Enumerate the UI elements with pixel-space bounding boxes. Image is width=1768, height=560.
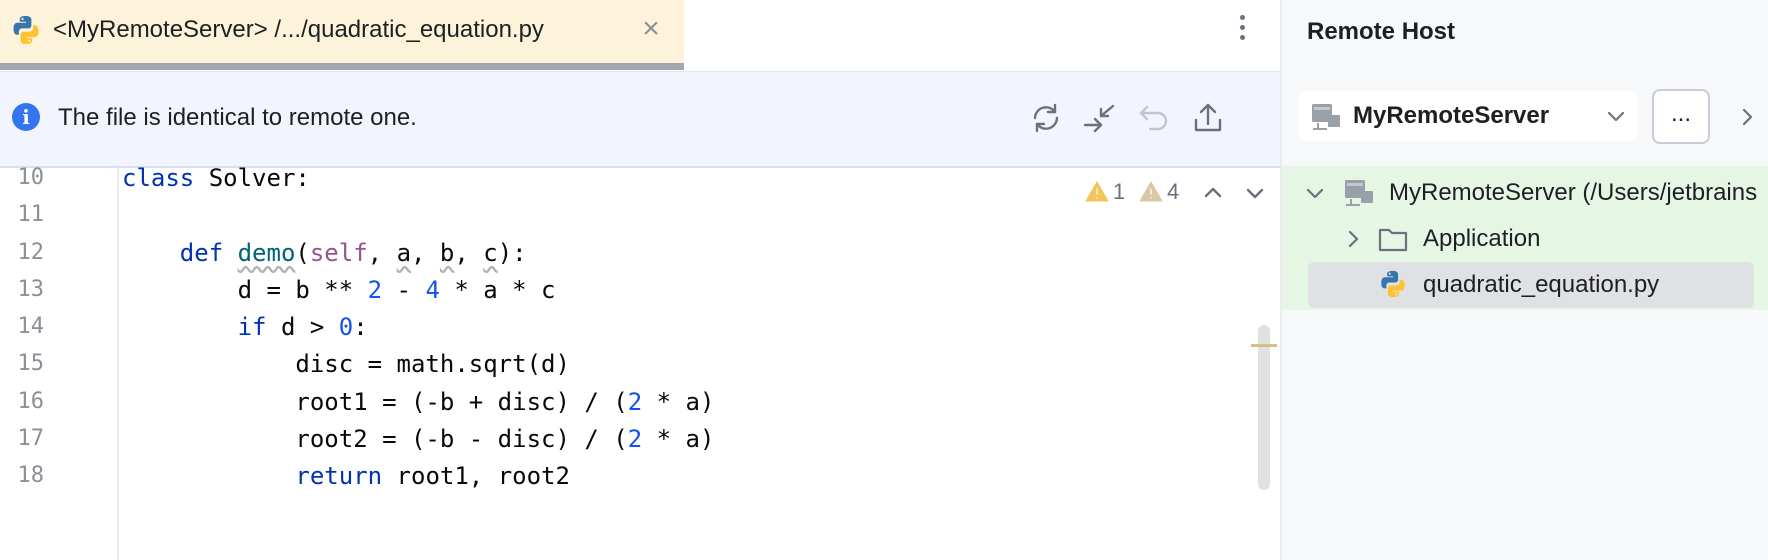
code-token: ( [295,238,310,267]
code-token: self [309,238,368,267]
weak-warning-icon [1139,180,1163,204]
warning-icon [1085,180,1109,204]
notification-banner: i The file is identical to remote one. [0,71,1282,168]
code-token: 2 [367,275,383,304]
weak-warning-count: 4 [1167,179,1180,204]
server-icon [1311,103,1341,131]
vertical-scrollbar[interactable] [1258,325,1270,490]
code-token: ): [497,238,527,267]
code-token: , [411,238,440,267]
line-number: 13 [17,276,45,302]
line-number: 18 [17,463,45,488]
tree-item-label: MyRemoteServer (/Users/jetbrains [1389,179,1758,206]
compare-icon[interactable] [1080,98,1120,138]
code-token: if [237,313,267,341]
python-file-icon [10,14,42,46]
remote-host-panel: Remote Host MyRemoteServer ... MyRemoteS… [1280,0,1768,560]
tree-item-application[interactable]: Application [1282,216,1768,262]
line-number: 15 [17,351,45,377]
code-line: return root1, root2 [122,461,570,491]
tab-active-indicator [0,63,684,70]
editor-tab[interactable]: <MyRemoteServer> /.../quadratic_equation… [0,0,684,63]
chevron-right-icon[interactable] [1342,228,1364,250]
code-token: a [396,238,412,267]
panel-title: Remote Host [1307,18,1456,45]
python-file-icon [1378,269,1408,299]
chevron-up-icon[interactable] [1198,178,1228,208]
tree-item-label: quadratic_equation.py [1423,271,1660,298]
more-vertical-icon[interactable] [1230,8,1254,48]
code-token: c [483,238,498,267]
code-token: root1 = (-b + disc) / ( [122,387,628,416]
line-number-gutter: 10 11 12 13 14 15 16 17 18 [0,165,119,560]
code-line: def demo(self, a, b, c): [122,238,527,268]
chevron-down-icon[interactable] [1304,182,1326,204]
line-number: 17 [17,425,45,451]
warning-count: 1 [1113,179,1126,204]
sync-icon[interactable] [1026,98,1066,138]
code-token: d = b ** [122,275,368,304]
code-line: d = b ** 2 - 4 * a * c [122,275,556,305]
tree-item-server-root[interactable]: MyRemoteServer (/Users/jetbrains [1282,170,1768,216]
upload-icon[interactable] [1188,98,1228,138]
code-token: d > [266,313,339,341]
code-editor[interactable]: class Solver: def demo(self, a, b, c): d… [122,164,1252,560]
editor-area: <MyRemoteServer> /.../quadratic_equation… [0,0,1282,560]
line-number: 14 [17,314,45,339]
line-number: 12 [17,239,45,265]
revert-icon[interactable] [1134,98,1174,138]
server-dropdown-value: MyRemoteServer [1353,102,1550,129]
code-token: disc = math.sqrt(d) [122,350,570,379]
code-token: 2 [627,387,643,416]
code-token: * a) [642,387,715,416]
code-token: demo [237,238,296,267]
code-token: , [454,238,484,267]
folder-icon [1378,228,1408,252]
code-token: class [122,164,195,192]
code-token: , [367,238,397,267]
code-token: 2 [627,424,643,453]
code-token: root1, root2 [382,462,570,490]
chevron-down-icon [1607,111,1625,122]
code-token: Solver: [194,164,310,192]
line-number: 16 [17,388,45,414]
server-config-button[interactable]: ... [1652,89,1710,144]
tree-item-quadratic-equation[interactable]: quadratic_equation.py [1282,262,1768,308]
code-token: def [179,238,224,267]
info-icon: i [12,103,40,131]
code-token: - [382,275,426,304]
notification-text: The file is identical to remote one. [58,104,417,131]
server-dropdown[interactable]: MyRemoteServer [1298,91,1638,141]
code-token: * a * c [439,275,556,304]
code-line: disc = math.sqrt(d) [122,349,570,379]
scrollbar-warning-marker[interactable] [1251,344,1277,347]
chevron-right-icon[interactable] [1738,105,1758,129]
line-number: 10 [17,165,45,190]
remote-file-tree: MyRemoteServer (/Users/jetbrains Applica… [1282,166,1768,310]
code-line: if d > 0: [122,312,368,342]
line-number: 11 [17,202,45,228]
code-token: 0 [338,313,354,341]
editor-tab-bar: <MyRemoteServer> /.../quadratic_equation… [0,0,1282,70]
close-icon[interactable]: × [638,12,664,46]
code-token: return [295,462,383,490]
server-icon [1344,179,1374,207]
code-line: root2 = (-b - disc) / (2 * a) [122,424,714,454]
code-token: 4 [425,275,440,304]
code-token: b [439,238,455,267]
code-line: class Solver: [122,163,310,193]
code-token: root2 = (-b - disc) / ( [122,424,628,453]
tab-title: <MyRemoteServer> /.../quadratic_equation… [53,16,544,43]
tree-item-label: Application [1423,225,1541,252]
code-token: * a) [642,424,715,453]
code-line: root1 = (-b + disc) / (2 * a) [122,387,714,417]
chevron-down-icon[interactable] [1240,178,1270,208]
code-token: : [353,313,368,341]
